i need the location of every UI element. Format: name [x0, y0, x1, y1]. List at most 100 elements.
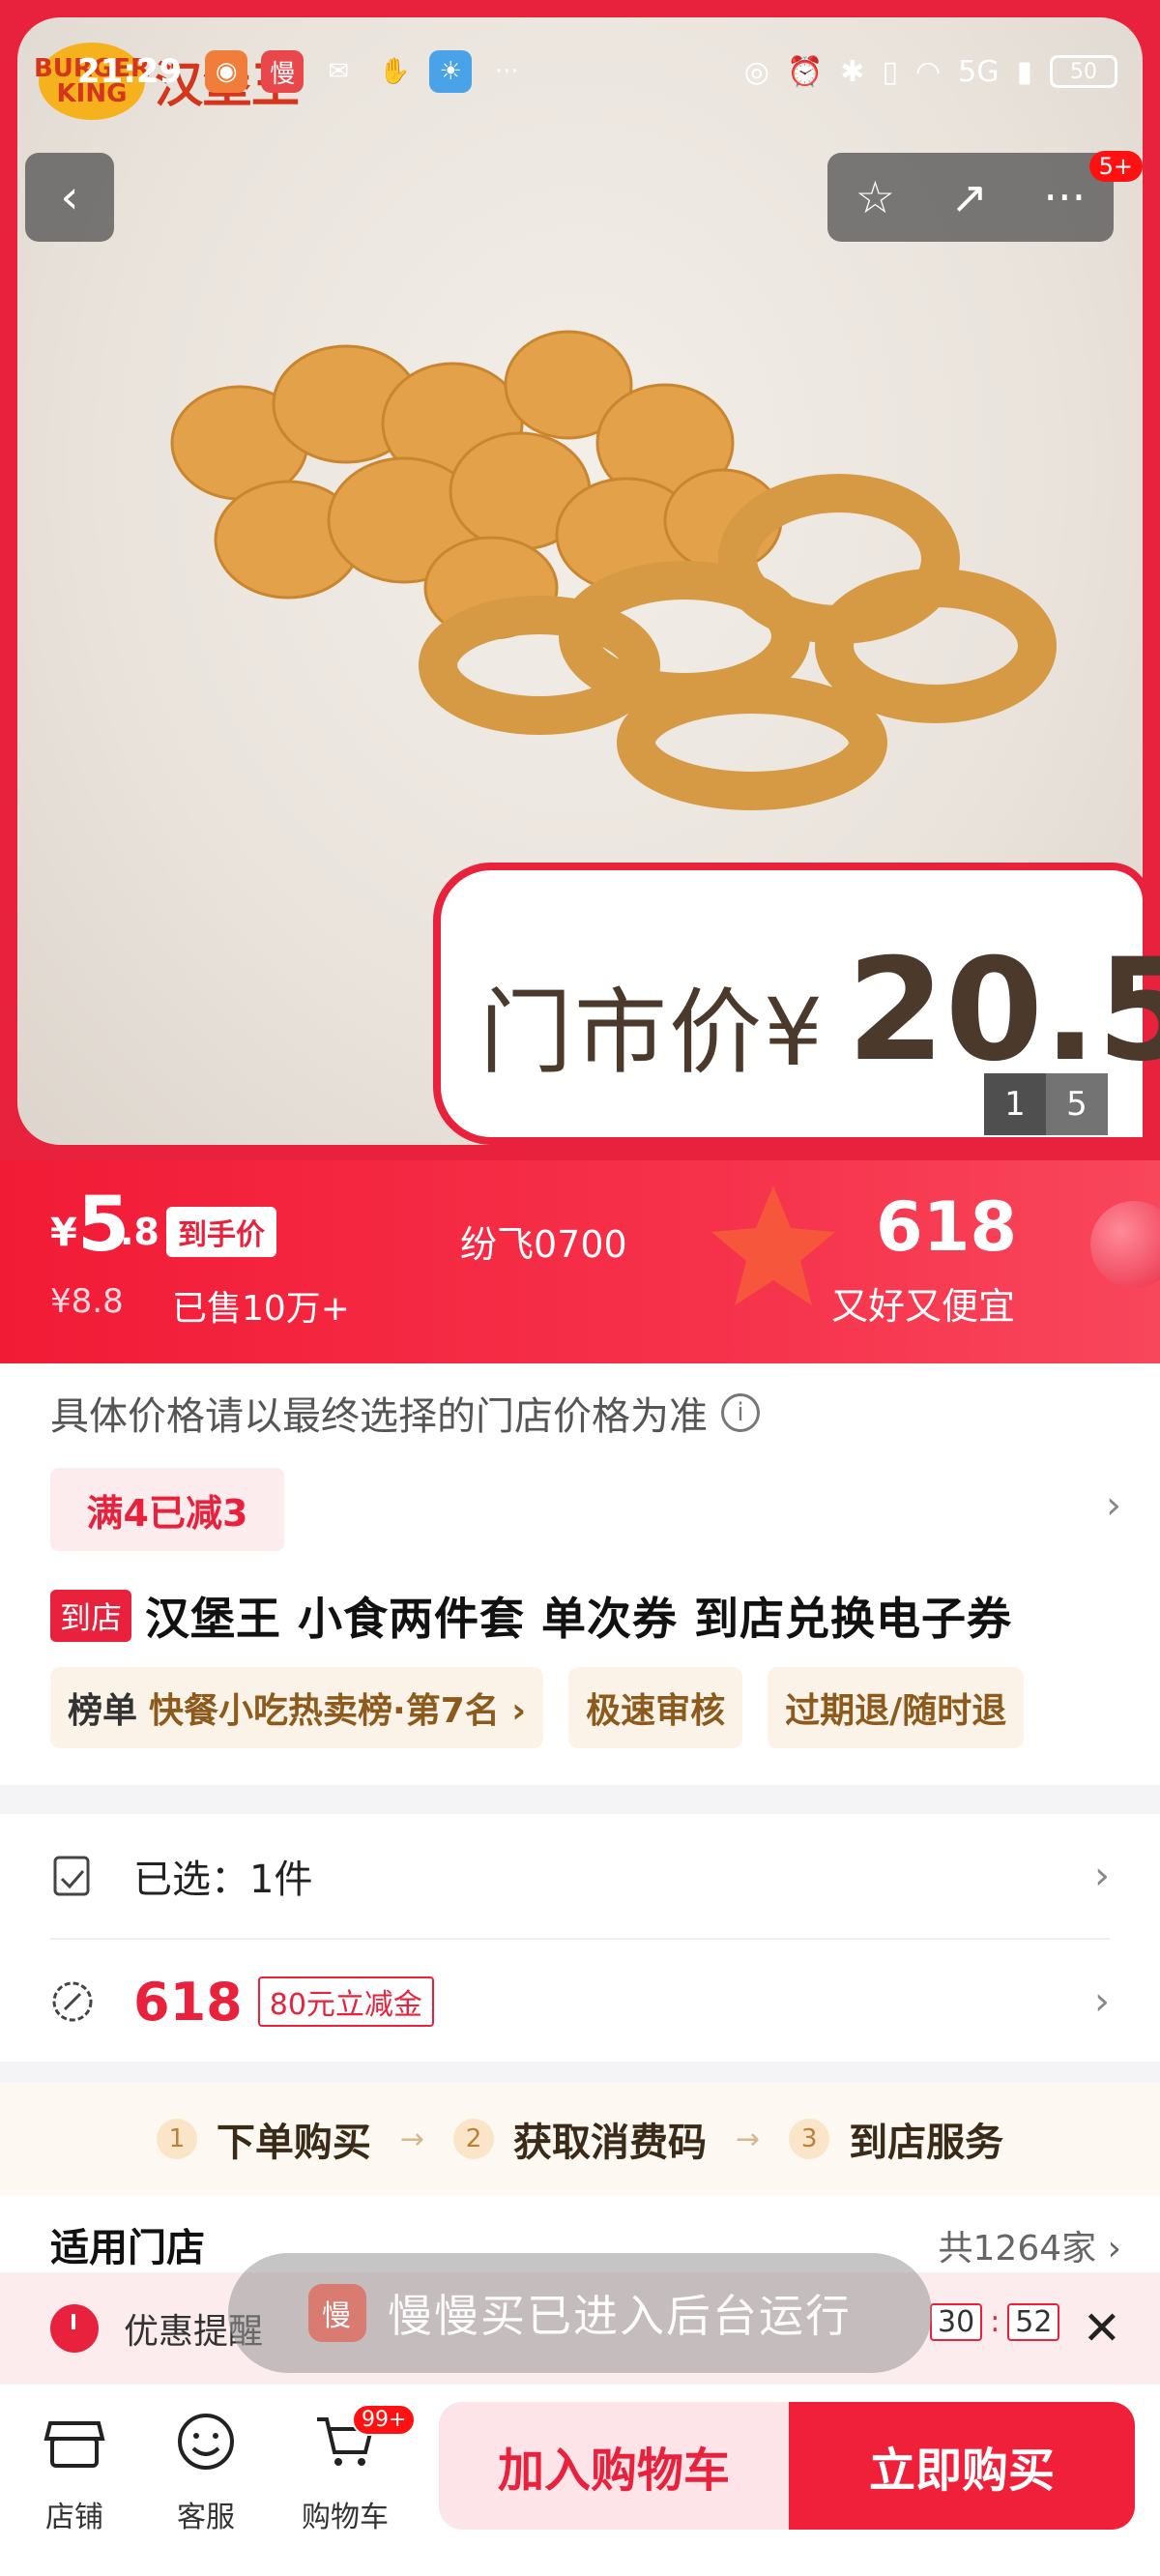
countdown-timer: 30 : 52 — [930, 2303, 1060, 2341]
promo-618: 618 — [876, 1187, 1018, 1267]
step-1: 1 下单购买 — [156, 2111, 371, 2167]
step-label: 获取消费码 — [513, 2121, 707, 2165]
step-number: 2 — [453, 2119, 494, 2159]
promo-watermark-text: 纷飞0700 — [460, 1223, 627, 1266]
coupon-618: 618 — [133, 1971, 243, 2033]
chevron-right-icon[interactable]: › — [1106, 1483, 1121, 1528]
network-type: 5G — [958, 54, 1000, 89]
signal-icon: ▮ — [1016, 54, 1032, 89]
product-title-text: 汉堡王 小食两件套 单次券 到店兑换电子券 — [145, 1593, 1013, 1645]
cart-button[interactable]: 99+ 购物车 — [292, 2404, 417, 2535]
background-toast: 慢 慢慢买已进入后台运行 — [228, 2253, 932, 2373]
smile-icon — [178, 2414, 234, 2470]
wechat-icon: ✉ — [328, 57, 350, 86]
shop-button[interactable]: 店铺 — [21, 2410, 128, 2535]
customer-service-label: 客服 — [177, 2501, 235, 2534]
step-arrow-icon: → — [736, 2122, 761, 2156]
coupon-tag: 80元立减金 — [257, 1976, 434, 2027]
step-number: 3 — [789, 2119, 830, 2159]
product-title: 到店 汉堡王 小食两件套 单次券 到店兑换电子券 — [50, 1584, 1012, 1648]
price-note: 具体价格请以最终选择的门店价格为准 i — [50, 1385, 760, 1441]
app-notification-icon: ◉ — [205, 50, 248, 93]
step-label: 下单购买 — [216, 2121, 371, 2165]
store-count-link[interactable]: 共1264家 › — [939, 2220, 1121, 2270]
final-price-tag: 到手价 — [166, 1207, 276, 1257]
customer-service-button[interactable]: 客服 — [153, 2410, 259, 2535]
buy-now-button[interactable]: 立即购买 — [789, 2402, 1135, 2530]
ranking-text: 快餐小吃热卖榜·第7名 › — [149, 1691, 527, 1731]
toast-message: 慢慢买已进入后台运行 — [388, 2290, 852, 2342]
store-price-label: 门市价¥ — [479, 979, 826, 1087]
countdown-minutes: 30 — [930, 2303, 983, 2341]
info-icon[interactable]: i — [721, 1393, 760, 1432]
product-tags: 榜单 快餐小吃热卖榜·第7名 › 极速审核 过期退/随时退 — [50, 1667, 1025, 1748]
header-actions: ☆ ↗ ··· — [827, 153, 1114, 242]
more-notifications-icon: ··· — [494, 57, 519, 86]
ranking-label: 榜单 — [68, 1691, 138, 1731]
coupon-row[interactable]: 618 80元立减金 › — [0, 1940, 1160, 2064]
currency-symbol: ¥ — [50, 1211, 77, 1255]
refund-text: 过期退/随时退 — [785, 1691, 1007, 1731]
store-price-value: 20.5 — [847, 928, 1160, 1093]
status-bar: 21:29 ◉ 慢 ✉ ✋ ☀ ··· ◎ ⏰ ✱ ▯ ◠ 5G ▮ 50 — [0, 35, 1160, 108]
sold-count: 已售10万+ — [172, 1289, 350, 1329]
step-2: 2 获取消费码 — [453, 2111, 707, 2167]
fast-review-text: 极速审核 — [586, 1691, 726, 1731]
selected-spec-row[interactable]: 已选：1件 › — [0, 1814, 1160, 1938]
original-price: ¥8.8 — [50, 1282, 124, 1321]
section-divider — [0, 1785, 1160, 1814]
price-note-text: 具体价格请以最终选择的门店价格为准 — [50, 1394, 708, 1439]
star-balloon-icon — [711, 1186, 835, 1305]
bluetooth-icon: ✱ — [840, 54, 865, 89]
image-pager: 1 5 — [984, 1073, 1108, 1135]
step-label: 到店服务 — [849, 2121, 1004, 2165]
ranking-tag[interactable]: 榜单 快餐小吃热卖榜·第7名 › — [50, 1667, 544, 1748]
battery-icon: 50 — [1050, 55, 1117, 88]
vibrate-icon: ▯ — [882, 54, 898, 89]
refund-tag: 过期退/随时退 — [768, 1667, 1025, 1748]
step-arrow-icon: → — [399, 2122, 424, 2156]
favorite-star-icon[interactable]: ☆ — [856, 171, 895, 223]
balloon-icon — [1090, 1201, 1160, 1288]
step-number: 1 — [156, 2119, 197, 2159]
shop-icon — [44, 2421, 105, 2468]
shop-label: 店铺 — [45, 2501, 103, 2534]
status-time: 21:29 — [77, 52, 183, 91]
applicable-stores-title: 适用门店 — [50, 2226, 205, 2270]
manmanmai-notification-icon: 慢 — [261, 50, 304, 93]
discount-icon — [52, 1981, 93, 2022]
more-icon[interactable]: ··· — [1043, 171, 1086, 223]
close-icon[interactable]: ✕ — [1083, 2301, 1121, 2356]
wifi-icon: ◠ — [914, 54, 942, 89]
pager-current: 1 — [984, 1073, 1046, 1135]
back-button[interactable]: ‹ — [25, 153, 114, 242]
chevron-right-icon: › — [1094, 1979, 1110, 2024]
price-decimal: .8 — [120, 1211, 160, 1253]
selected-spec-text: 已选：1件 — [133, 1858, 313, 1902]
section-divider — [0, 2062, 1160, 2083]
discount-chip[interactable]: 满4已减3 — [50, 1468, 284, 1551]
message-badge: 5+ — [1088, 151, 1143, 182]
manmanmai-app-icon: 慢 — [308, 2284, 366, 2342]
weather-icon: ☀ — [429, 50, 473, 93]
spec-icon — [53, 1856, 90, 1896]
promo-slogan: 又好又便宜 — [831, 1285, 1016, 1328]
fast-review-tag: 极速审核 — [568, 1667, 743, 1748]
clock-icon — [50, 2304, 99, 2353]
pager-total: 5 — [1046, 1073, 1108, 1135]
countdown-colon: : — [990, 2305, 1000, 2339]
in-store-tag: 到店 — [50, 1590, 132, 1642]
food-illustration — [170, 330, 1057, 810]
cart-label: 购物车 — [302, 2501, 389, 2534]
add-to-cart-button[interactable]: 加入购物车 — [439, 2402, 789, 2530]
price-banner: ¥ 5 .8 到手价 ¥8.8 已售10万+ 纷飞0700 618 又好又便宜 — [0, 1160, 1160, 1363]
eye-icon: ◎ — [743, 54, 769, 89]
hand-icon: ✋ — [379, 57, 411, 86]
chevron-left-icon: ‹ — [60, 170, 79, 224]
alarm-icon: ⏰ — [786, 54, 824, 89]
bottom-action-bar: 店铺 客服 99+ 购物车 加入购物车 立即购买 — [0, 2388, 1160, 2576]
step-3: 3 到店服务 — [789, 2111, 1003, 2167]
share-icon[interactable]: ↗ — [950, 171, 988, 223]
countdown-seconds: 52 — [1007, 2303, 1060, 2341]
usage-steps: 1 下单购买 → 2 获取消费码 → 3 到店服务 — [0, 2083, 1160, 2195]
